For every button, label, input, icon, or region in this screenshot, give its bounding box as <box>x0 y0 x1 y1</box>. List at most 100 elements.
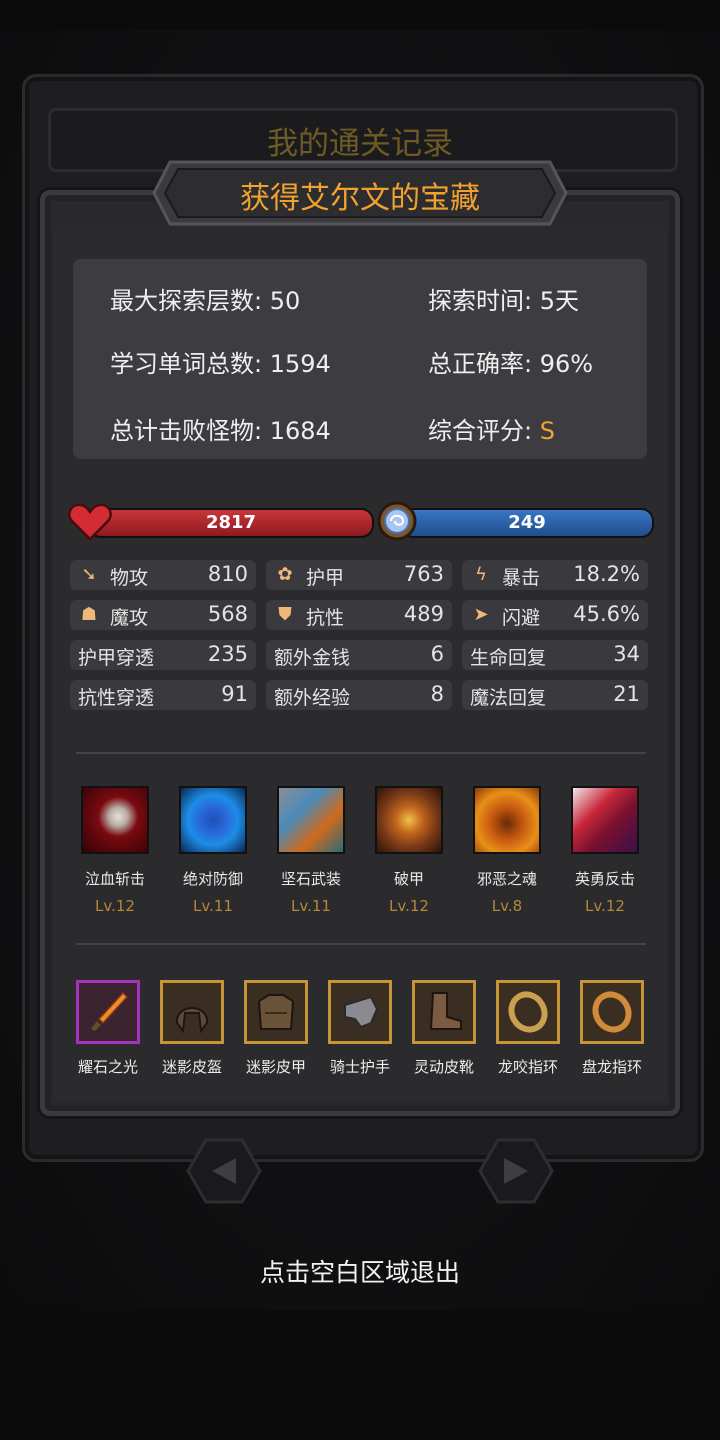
equip-slot <box>244 980 308 1044</box>
max-floor-text: 最大探索层数: 50 <box>110 287 301 315</box>
broken-shield-icon <box>375 786 443 854</box>
skill-item[interactable]: 破甲 Lv.12 <box>364 786 454 915</box>
gauntlet-icon <box>344 995 379 1029</box>
stat-value: 235 <box>207 642 248 666</box>
prev-page-button[interactable] <box>186 1138 262 1204</box>
sword-icon: ➘ <box>81 564 97 585</box>
stat-value: 8 <box>430 682 444 706</box>
stat-value: 91 <box>221 682 248 706</box>
equip-item[interactable]: 耀石之光 <box>66 980 150 1077</box>
equip-name: 龙咬指环 <box>497 1058 558 1076</box>
equip-name: 耀石之光 <box>77 1058 138 1076</box>
skill-item[interactable]: 英勇反击 Lv.12 <box>560 786 650 915</box>
skill-item[interactable]: 绝对防御 Lv.11 <box>168 786 258 915</box>
paw-icon: ✿ <box>277 564 293 585</box>
stat-resistance: ⛊ 抗性 489 <box>266 600 452 630</box>
equip-item[interactable]: 盘龙指环 <box>570 980 654 1077</box>
running-icon: ➤ <box>473 604 489 625</box>
explore-time-text: 探索时间: 5天 <box>428 287 579 315</box>
skill-name: 英勇反击 <box>574 870 635 888</box>
equip-name: 灵动皮靴 <box>413 1058 474 1076</box>
stat-resist-pen: 抗性穿透 91 <box>70 680 256 710</box>
stat-extra-gold: 额外金钱 6 <box>266 640 452 670</box>
equip-item[interactable]: 灵动皮靴 <box>402 980 486 1077</box>
skill-level: Lv.12 <box>585 897 625 915</box>
mp-bar: 249 <box>400 508 654 538</box>
equip-slot <box>496 980 560 1044</box>
skill-name: 绝对防御 <box>182 870 243 888</box>
stat-label: 物攻 <box>110 567 149 589</box>
stat-label: 抗性 <box>306 607 345 629</box>
stat-hp-regen: 生命回复 34 <box>462 640 648 670</box>
demon-soul-icon <box>473 786 541 854</box>
mp-value: 249 <box>508 512 546 533</box>
stat-crit: ϟ 暴击 18.2% <box>462 560 648 590</box>
skill-name: 坚石武装 <box>280 870 341 888</box>
equip-name: 骑士护手 <box>329 1058 390 1076</box>
stat-value: 45.6% <box>573 602 640 626</box>
title-plate: 获得艾尔文的宝藏 <box>152 160 568 226</box>
divider <box>76 752 646 754</box>
stat-label: 额外经验 <box>274 687 351 709</box>
shield-icon: ⛊ <box>278 604 292 625</box>
magic-boot-icon: ☗ <box>80 604 98 625</box>
arrow-right-icon <box>478 1138 554 1204</box>
heart-icon <box>68 503 112 541</box>
skill-item[interactable]: 坚石武装 Lv.11 <box>266 786 356 915</box>
mana-orb-icon <box>377 501 417 541</box>
equip-slot <box>328 980 392 1044</box>
stat-magic-attack: ☗ 魔攻 568 <box>70 600 256 630</box>
stat-label: 抗性穿透 <box>78 687 155 709</box>
next-page-button[interactable] <box>478 1138 554 1204</box>
words-total-text: 学习单词总数: 1594 <box>110 350 331 378</box>
hp-bar: 2817 <box>88 508 374 538</box>
ring-icon <box>508 991 548 1033</box>
skill-level: Lv.8 <box>491 897 523 915</box>
stat-label: 魔攻 <box>110 607 149 629</box>
equip-item[interactable]: 迷影皮甲 <box>234 980 318 1077</box>
equip-item[interactable]: 迷影皮盔 <box>150 980 234 1077</box>
boot-icon <box>429 992 462 1030</box>
skill-level: Lv.12 <box>95 897 135 915</box>
stat-value: 763 <box>403 562 444 586</box>
stat-value: 18.2% <box>573 562 640 586</box>
hp-value: 2817 <box>205 512 257 533</box>
stat-label: 额外金钱 <box>274 647 351 669</box>
back-panel-title: 我的通关记录 <box>267 126 453 162</box>
ring-icon <box>592 991 632 1033</box>
stat-value: 21 <box>613 682 640 706</box>
dagger-icon <box>91 991 129 1031</box>
stat-mp-regen: 魔法回复 21 <box>462 680 648 710</box>
equip-item[interactable]: 骑士护手 <box>318 980 402 1077</box>
stat-value: 810 <box>207 562 248 586</box>
stat-label: 魔法回复 <box>470 687 547 709</box>
stat-value: 34 <box>613 642 640 666</box>
equip-slot <box>160 980 224 1044</box>
bloody-axe-icon <box>81 786 149 854</box>
skill-item[interactable]: 泣血斩击 Lv.12 <box>70 786 160 915</box>
stat-label: 生命回复 <box>470 647 547 669</box>
skill-name: 邪恶之魂 <box>476 870 537 888</box>
skill-level: Lv.12 <box>389 897 429 915</box>
blue-shield-icon <box>179 786 247 854</box>
equip-slot <box>580 980 644 1044</box>
stat-label: 护甲 <box>306 567 345 589</box>
equip-name: 盘龙指环 <box>581 1058 642 1076</box>
monsters-text: 总计击败怪物: 1684 <box>110 417 331 445</box>
stat-label: 闪避 <box>502 607 541 629</box>
leather-armor-icon <box>257 994 295 1030</box>
stat-value: 489 <box>403 602 444 626</box>
skill-level: Lv.11 <box>291 897 331 915</box>
red-blade-icon <box>571 786 639 854</box>
rating-text: 综合评分: S <box>428 411 555 446</box>
equip-name: 迷影皮盔 <box>161 1058 222 1076</box>
skill-name: 泣血斩击 <box>84 870 145 888</box>
helmet-icon <box>175 1007 209 1034</box>
skill-item[interactable]: 邪恶之魂 Lv.8 <box>462 786 552 915</box>
equip-item[interactable]: 龙咬指环 <box>486 980 570 1077</box>
accuracy-text: 总正确率: 96% <box>428 350 594 378</box>
stat-armor: ✿ 护甲 763 <box>266 560 452 590</box>
equip-slot <box>412 980 476 1044</box>
arrow-left-icon <box>186 1138 262 1204</box>
skill-name: 破甲 <box>393 870 424 888</box>
